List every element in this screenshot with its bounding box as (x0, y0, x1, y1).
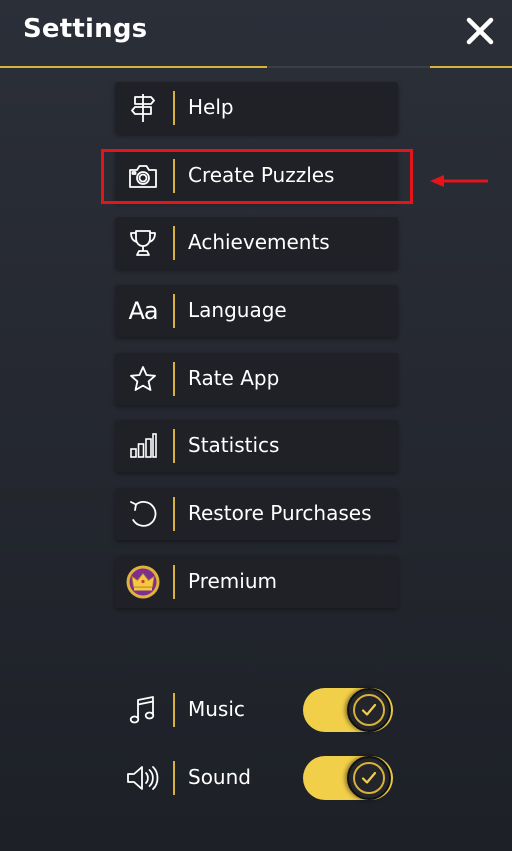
menu-item-help[interactable]: Help (115, 82, 398, 134)
toggle-knob (347, 688, 391, 732)
star-icon (125, 361, 161, 397)
toggle-row-music: Music (115, 684, 405, 736)
menu-item-statistics[interactable]: Statistics (115, 420, 398, 472)
menu-separator (173, 226, 175, 260)
toggle-row-sound: Sound (115, 752, 405, 804)
toggle-label: Sound (188, 765, 251, 789)
menu-separator (173, 565, 175, 599)
toggle-label: Music (188, 697, 245, 721)
menu-item-create-puzzles[interactable]: Create Puzzles (115, 150, 398, 202)
menu-item-label: Premium (188, 569, 277, 593)
menu-item-premium[interactable]: Premium (115, 556, 398, 608)
menu-item-rate-app[interactable]: Rate App (115, 353, 398, 405)
toggle-separator (173, 761, 175, 795)
speaker-icon (125, 760, 161, 796)
checkmark-icon (361, 771, 377, 784)
header: Settings (0, 0, 512, 68)
language-icon-text: Aa (128, 297, 158, 325)
bar-chart-icon (125, 428, 161, 464)
page-title: Settings (23, 14, 148, 44)
menu-separator (173, 429, 175, 463)
menu-item-label: Help (188, 95, 234, 119)
signpost-icon (125, 90, 161, 126)
toggle-separator (173, 693, 175, 727)
music-toggle[interactable] (303, 688, 393, 732)
crown-badge-icon (125, 564, 161, 600)
header-divider-middle (267, 66, 430, 68)
menu-item-label: Restore Purchases (188, 501, 372, 525)
menu-separator (173, 159, 175, 193)
toggle-knob (347, 756, 391, 800)
close-icon (466, 17, 494, 45)
menu-separator (173, 497, 175, 531)
language-icon: Aa (125, 293, 161, 329)
header-divider-right (430, 66, 512, 68)
close-button[interactable] (462, 13, 498, 49)
menu-item-label: Achievements (188, 230, 330, 254)
trophy-icon (125, 225, 161, 261)
camera-icon (125, 158, 161, 194)
menu-separator (173, 362, 175, 396)
menu-item-label: Create Puzzles (188, 163, 335, 187)
header-divider-left (0, 66, 267, 68)
menu-item-restore-purchases[interactable]: Restore Purchases (115, 488, 398, 540)
music-note-icon (125, 692, 161, 728)
menu-item-language[interactable]: Aa Language (115, 285, 398, 337)
menu-separator (173, 91, 175, 125)
menu-separator (173, 294, 175, 328)
menu-item-label: Rate App (188, 366, 280, 390)
menu-item-label: Statistics (188, 433, 280, 457)
menu-item-label: Language (188, 298, 287, 322)
arrow-left-icon (430, 175, 488, 187)
restore-icon (125, 496, 161, 532)
checkmark-icon (361, 703, 377, 716)
menu-item-achievements[interactable]: Achievements (115, 217, 398, 269)
sound-toggle[interactable] (303, 756, 393, 800)
